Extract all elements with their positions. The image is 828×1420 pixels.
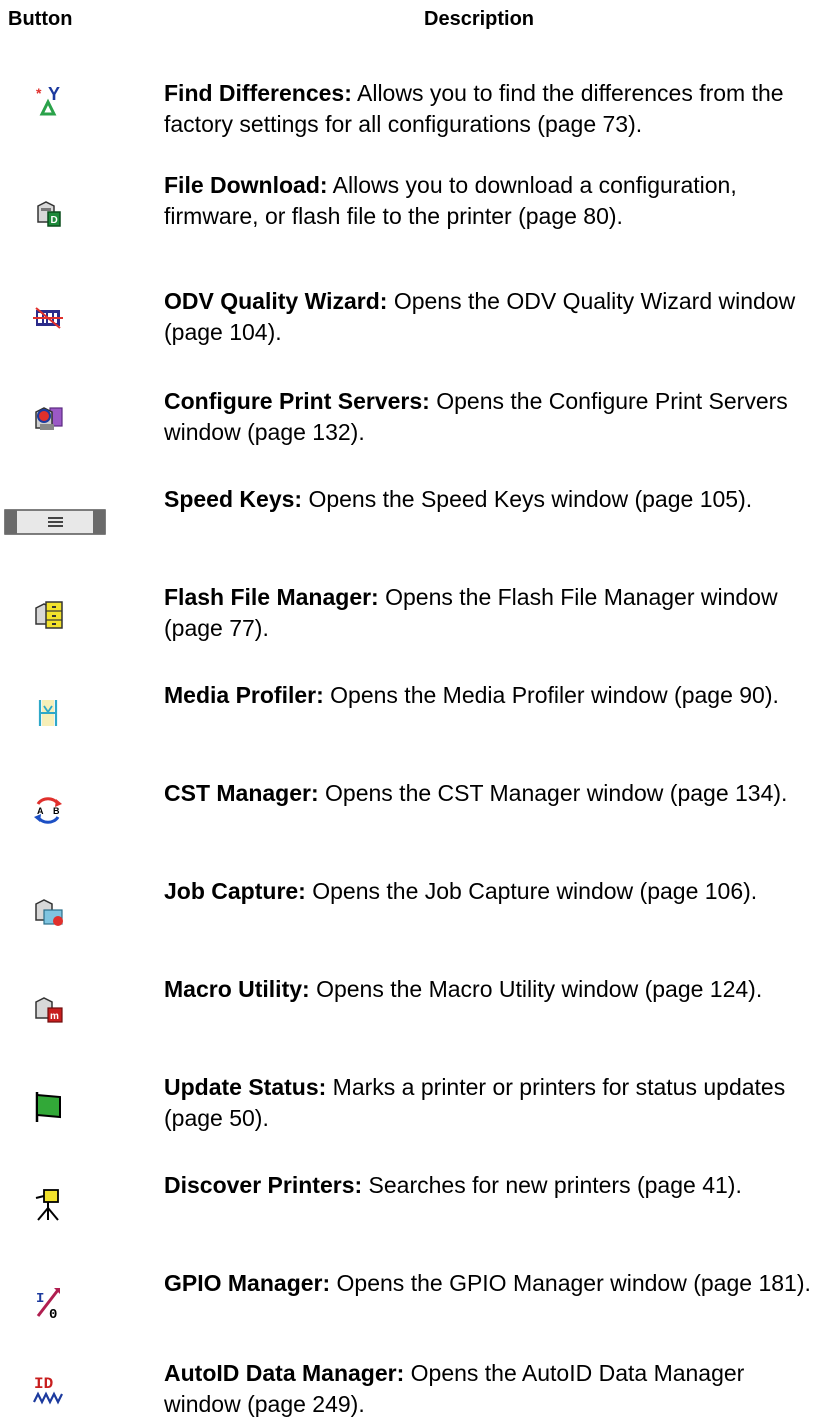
row-title: Media Profiler: [164, 682, 324, 708]
row-title: Job Capture: [164, 878, 306, 904]
job-capture-description: Job Capture: Opens the Job Capture windo… [164, 876, 824, 907]
svg-text:Y: Y [48, 84, 60, 104]
row-text: Opens the GPIO Manager window (page 181)… [330, 1270, 811, 1296]
odv-quality-wizard-description: ODV Quality Wizard: Opens the ODV Qualit… [164, 286, 824, 348]
row-title: AutoID Data Manager: [164, 1360, 405, 1386]
svg-text:0: 0 [49, 1307, 57, 1322]
svg-text:A: A [37, 806, 44, 816]
row-title: Configure Print Servers: [164, 388, 430, 414]
row-title: Discover Printers: [164, 1172, 363, 1198]
flash-file-manager-description: Flash File Manager: Opens the Flash File… [164, 582, 824, 644]
configure-print-servers-description: Configure Print Servers: Opens the Confi… [164, 386, 824, 448]
svg-text:m: m [50, 1011, 59, 1022]
svg-text:ID: ID [34, 1375, 53, 1393]
row-text: Opens the Speed Keys window (page 105). [302, 486, 753, 512]
gpio-manager-description: GPIO Manager: Opens the GPIO Manager win… [164, 1268, 824, 1299]
row-text: Opens the CST Manager window (page 134). [318, 780, 788, 806]
speed-keys-icon[interactable] [0, 502, 110, 542]
flash-file-manager-icon[interactable] [20, 594, 76, 634]
row-title: ODV Quality Wizard: [164, 288, 388, 314]
row-text: Searches for new printers (page 41). [362, 1172, 742, 1198]
description-column-header: Description [424, 8, 535, 30]
row-title: Speed Keys: [164, 486, 303, 512]
row-title: Flash File Manager: [164, 584, 379, 610]
discover-printers-icon[interactable] [20, 1184, 76, 1224]
row-title: GPIO Manager: [164, 1270, 331, 1296]
row-title: CST Manager: [164, 780, 319, 806]
row-title: File Download: [164, 172, 328, 198]
update-status-description: Update Status: Marks a printer or printe… [164, 1072, 824, 1134]
update-status-icon[interactable] [20, 1086, 76, 1126]
file-download-icon[interactable]: D [20, 192, 76, 232]
svg-text:*: * [36, 85, 42, 101]
row-text: Opens the Macro Utility window (page 124… [309, 976, 763, 1002]
configure-print-servers-icon[interactable] [20, 398, 76, 438]
macro-utility-icon[interactable]: m [20, 988, 76, 1028]
media-profiler-icon[interactable] [20, 692, 76, 732]
odv-quality-wizard-icon[interactable] [20, 298, 76, 338]
row-title: Find Differences: [164, 80, 352, 106]
row-title: Macro Utility: [164, 976, 310, 1002]
media-profiler-description: Media Profiler: Opens the Media Profiler… [164, 680, 824, 711]
find-differences-icon[interactable]: * Y [20, 78, 76, 118]
svg-text:I: I [36, 1291, 44, 1307]
cst-manager-icon[interactable]: A B [20, 790, 76, 830]
speed-keys-description: Speed Keys: Opens the Speed Keys window … [164, 484, 824, 515]
find-differences-description: Find Differences: Allows you to find the… [164, 78, 824, 140]
autoid-data-manager-description: AutoID Data Manager: Opens the AutoID Da… [164, 1358, 824, 1420]
gpio-manager-icon[interactable]: I 0 [20, 1282, 76, 1322]
svg-text:B: B [53, 806, 60, 816]
svg-text:D: D [51, 215, 58, 226]
autoid-data-manager-icon[interactable]: ID [20, 1368, 76, 1408]
button-column-header: Button [8, 8, 73, 30]
job-capture-icon[interactable] [20, 890, 76, 930]
row-text: Opens the Media Profiler window (page 90… [323, 682, 779, 708]
row-title: Update Status: [164, 1074, 327, 1100]
cst-manager-description: CST Manager: Opens the CST Manager windo… [164, 778, 824, 809]
discover-printers-description: Discover Printers: Searches for new prin… [164, 1170, 824, 1201]
macro-utility-description: Macro Utility: Opens the Macro Utility w… [164, 974, 824, 1005]
file-download-description: File Download: Allows you to download a … [164, 170, 824, 232]
row-text: Opens the Job Capture window (page 106). [305, 878, 758, 904]
